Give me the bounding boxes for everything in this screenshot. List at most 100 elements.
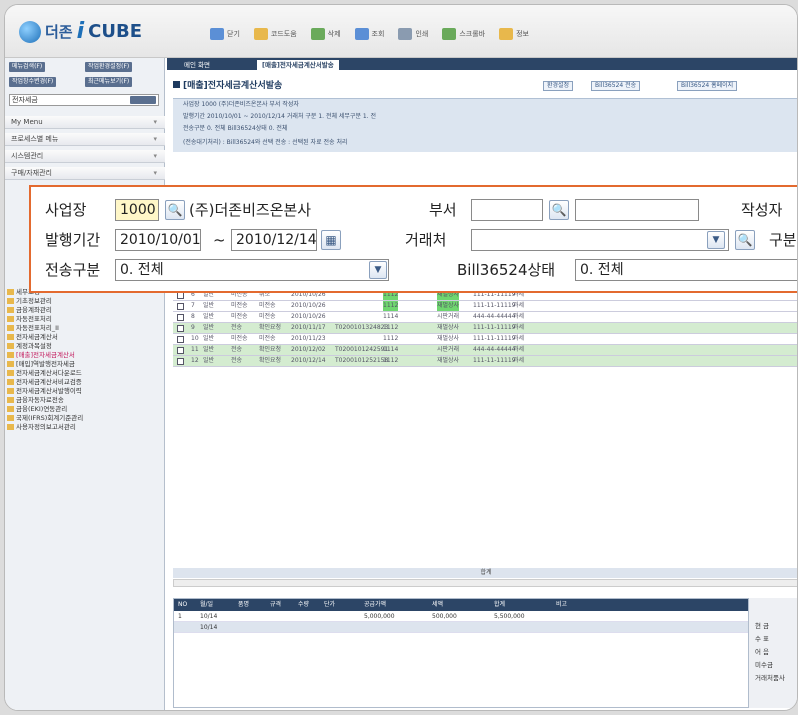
table-cell: T0200101324823 <box>335 324 389 331</box>
settings-button[interactable]: 환경설정 <box>543 81 574 91</box>
search-icon[interactable]: 🔍 <box>735 230 755 250</box>
send-type-select[interactable]: 0. 전체 <box>115 259 389 281</box>
table-cell: 2010/12/02 <box>291 346 326 353</box>
menu-label: 프로세스별 메뉴 <box>11 135 59 143</box>
detail-row[interactable]: 1 10/14 5,000,000 500,000 5,500,000 <box>174 611 748 622</box>
info-icon <box>499 28 514 40</box>
dept-code-input[interactable] <box>471 199 543 221</box>
chevron-down-icon[interactable]: ▼ <box>369 261 387 279</box>
tree-item[interactable]: 국제(IFRS)회계기준관리 <box>7 414 163 423</box>
menu-purchase[interactable]: 구매/자재관리 ▾ <box>5 167 165 180</box>
search-go-button[interactable] <box>130 96 156 104</box>
tree-item[interactable]: 기초정보관리 <box>7 297 163 306</box>
row-checkbox[interactable] <box>177 347 184 354</box>
work-env-button[interactable]: 작업환경설정(F) <box>85 62 133 72</box>
tree-item-label: 전자세금계산서발행이력 <box>16 387 82 395</box>
table-cell: 미전송 <box>259 313 276 320</box>
window-count-button[interactable]: 작업창수변경(F) <box>9 77 57 87</box>
tree-item[interactable]: 전자세금계산서 <box>7 333 163 342</box>
folder-icon <box>7 370 14 376</box>
calendar-icon[interactable]: ▦ <box>321 230 341 250</box>
table-row[interactable]: 7 일반 미전송 미전송 2010/10/26 1112 재벌상사 111-11-11119 과… <box>173 301 797 312</box>
row-checkbox[interactable] <box>177 336 184 343</box>
detail-cell: 10/14 <box>200 613 218 620</box>
table-row[interactable]: 10 일반 미전송 미전송 2010/11/23 1112 재벌상사 111-11-11119… <box>173 334 797 345</box>
tree-item[interactable]: 금융(EKI)연동관리 <box>7 405 163 414</box>
row-checkbox[interactable] <box>177 358 184 365</box>
table-cell: 과세 <box>513 302 525 309</box>
bill-send-button[interactable]: Bill36524 전송 <box>591 81 641 91</box>
menu-search-button[interactable]: 메뉴검색(F) <box>9 62 46 72</box>
toolbar-button[interactable]: 스크롤바 <box>442 28 485 40</box>
table-row[interactable]: 11 일반 전송 확인요청 2010/12/02 T0200101242591 1114 시판… <box>173 345 797 356</box>
menu-my-menu[interactable]: My Menu ▾ <box>5 116 165 129</box>
bill-status-select[interactable]: 0. 전체 <box>575 259 797 281</box>
dept-name-input[interactable] <box>575 199 699 221</box>
site-label: 사업장 <box>45 201 87 219</box>
tree-item[interactable]: 자동전표처리 <box>7 315 163 324</box>
toolbar-button[interactable]: 인쇄 <box>398 28 428 40</box>
folder-icon <box>7 334 14 340</box>
menu-process[interactable]: 프로세스별 메뉴 ▾ <box>5 133 165 146</box>
toolbar-label: 닫기 <box>227 30 240 38</box>
chevron-down-icon: ▾ <box>153 135 157 143</box>
toolbar-button[interactable]: 조회 <box>354 28 384 40</box>
table-row[interactable]: 9 일반 전송 확인요청 2010/11/17 T0200101324823 1112 재벌상… <box>173 323 797 334</box>
tree-item[interactable]: 금융계좌관리 <box>7 306 163 315</box>
tree-item[interactable]: 전자세금계산서비교검증 <box>7 378 163 387</box>
folder-icon <box>7 352 14 358</box>
detail-header-cell: 비고 <box>556 601 568 608</box>
folder-icon <box>7 343 14 349</box>
table-cell: 확인요청 <box>259 324 282 331</box>
sidebar: 메뉴검색(F) 작업환경설정(F) 작업창수변경(F) 최근메뉴보기(F) 전자… <box>5 58 165 710</box>
tab-sales-einvoice[interactable]: [매출]전자세금계산서발송 <box>257 60 339 70</box>
top-bar: 더존 i CUBE 닫기 코드도움 삭제 조회 인쇄 스크롤바 정보 <box>5 5 797 58</box>
toolbar-button[interactable]: 닫기 <box>210 28 240 40</box>
table-row[interactable]: 8 일반 미전송 미전송 2010/10/26 1114 시판거래 444-44-44444 과… <box>173 312 797 323</box>
horizontal-scrollbar[interactable] <box>173 579 797 587</box>
toolbar-button[interactable]: 정보 <box>499 28 529 40</box>
bill-home-button[interactable]: Bill36524 홈페이지 <box>677 81 738 91</box>
row-checkbox[interactable] <box>177 325 184 332</box>
table-cell: 일반 <box>203 346 215 353</box>
detail-header-cell: 단가 <box>324 601 336 608</box>
tree-item[interactable]: 사용자정의보고서관리 <box>7 423 163 432</box>
table-cell: 과세 <box>513 346 525 353</box>
search-icon[interactable]: 🔍 <box>165 200 185 220</box>
site-code-input[interactable]: 1000 <box>115 199 159 221</box>
period-from-input[interactable]: 2010/10/01 <box>115 229 201 251</box>
menu-system[interactable]: 시스템관리 ▾ <box>5 150 165 163</box>
scroll-icon <box>442 28 457 40</box>
filter-row-3: 전송구분 0. 전체 Bill36524상태 0. 전체 <box>183 125 288 132</box>
tree-item[interactable]: 전자세금계산서다운로드 <box>7 369 163 378</box>
period-to-input[interactable]: 2010/12/14 <box>231 229 317 251</box>
toolbar-button[interactable]: 삭제 <box>310 28 341 40</box>
toolbar-button[interactable]: 코드도움 <box>253 28 297 40</box>
table-row[interactable]: 12 일반 전송 확인요청 2010/12/14 T0200101252158 1112 재벌… <box>173 356 797 367</box>
chevron-down-icon[interactable]: ▼ <box>707 231 725 249</box>
recent-menu-button[interactable]: 최근메뉴보기(F) <box>85 77 133 87</box>
row-checkbox[interactable] <box>177 303 184 310</box>
tree-item[interactable]: [매출]전자세금계산서 <box>7 351 163 360</box>
menu-search-input[interactable]: 전자세금 <box>9 94 159 106</box>
tree-item[interactable]: 전자세금계산서발행이력 <box>7 387 163 396</box>
table-cell: 확인요청 <box>259 357 282 364</box>
title-marker-icon <box>173 81 180 88</box>
table-cell: 444-44-44444 <box>473 313 516 320</box>
tree-item[interactable]: 금융자동자료전송 <box>7 396 163 405</box>
tree-item[interactable]: 자동전표처리_II <box>7 324 163 333</box>
tab-main[interactable]: 메인 화면 <box>179 60 215 70</box>
chevron-down-icon: ▾ <box>153 169 157 177</box>
partner-input[interactable] <box>471 229 729 251</box>
search-icon[interactable]: 🔍 <box>549 200 569 220</box>
tree-item[interactable]: 계정과목설정 <box>7 342 163 351</box>
row-checkbox[interactable] <box>177 292 184 299</box>
row-checkbox[interactable] <box>177 314 184 321</box>
menu-tree: 세무조정 기초정보관리 금융계좌관리 자동전표처리 자동전표처리_II 전자세금계산서 계정… <box>7 288 163 432</box>
partner-label: 거래처 <box>405 231 447 249</box>
globe-icon <box>19 20 41 43</box>
detail-row[interactable]: 10/14 <box>174 622 748 633</box>
table-cell: 1114 <box>383 346 399 353</box>
tree-item[interactable]: [매입]역발행전자세금 <box>7 360 163 369</box>
table-cell: 일반 <box>203 357 215 364</box>
